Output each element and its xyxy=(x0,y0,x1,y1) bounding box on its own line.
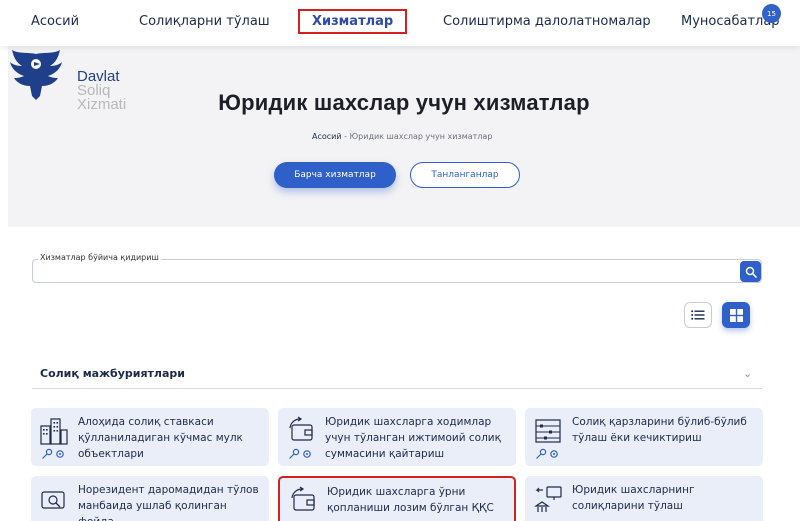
service-card[interactable]: Солиқ қарзларини бўлиб-бўлиб тўлаш ёки к… xyxy=(525,408,763,466)
breadcrumb-current: - Юридик шахслар учун хизматлар xyxy=(344,132,493,141)
service-card-title: Юридик шахсларга ўрни қопланиши лозим бў… xyxy=(327,486,494,521)
chevron-down-icon[interactable]: ⌄ xyxy=(743,367,752,380)
search-label: Хизматлар бўйича қидириш xyxy=(38,253,161,262)
section-title: Солиқ мажбуриятлари xyxy=(40,367,185,380)
grid-icon xyxy=(729,308,743,322)
service-card[interactable]: Норезидент даромадидан тўлов манбаида уш… xyxy=(31,476,269,521)
bank-transfer-icon xyxy=(534,486,562,512)
search-icon xyxy=(745,266,757,278)
key-gear-icon xyxy=(289,448,311,459)
nav-services[interactable]: Хизматлар xyxy=(298,9,408,34)
logo-line3: Xizmati xyxy=(77,96,127,113)
top-navigation: Асосий Солиқларни тўлаш Хизматлар Солишт… xyxy=(0,0,800,46)
nav-tax-payment[interactable]: Солиқларни тўлаш xyxy=(139,14,270,29)
selected-services-button[interactable]: Танланганлар xyxy=(410,162,520,188)
service-card-title: Юридик шахсларнинг солиқларини тўлаш xyxy=(572,484,695,512)
abacus-icon xyxy=(535,419,561,443)
service-card-title: Солиқ қарзларини бўлиб-бўлиб тўлаш ёки к… xyxy=(572,416,747,444)
logo[interactable]: Davlat Soliq Xizmati xyxy=(8,48,138,114)
service-card-title: Юридик шахсларга ходимлар учун тўланган … xyxy=(325,416,501,460)
nav-home[interactable]: Асосий xyxy=(31,14,79,29)
service-card[interactable]: Юридик шахсларнинг солиқларини тўлаш xyxy=(525,476,763,521)
section-divider xyxy=(32,388,762,389)
nav-reconciliation-acts[interactable]: Солиштирма далолатномалар xyxy=(443,14,651,29)
service-card[interactable]: Алоҳида солиқ ставкаси қўлланиладиган кў… xyxy=(31,408,269,466)
wallet-refund-icon xyxy=(289,416,313,441)
buildings-icon xyxy=(40,418,68,445)
service-card-title: Алоҳида солиқ ставкаси қўлланиладиган кў… xyxy=(78,416,243,460)
service-card-highlighted[interactable]: Юридик шахсларга ўрни қопланиши лозим бў… xyxy=(278,476,516,521)
wallet-refund-icon xyxy=(291,486,315,511)
key-gear-icon xyxy=(536,448,558,459)
service-card-title: Норезидент даромадидан тўлов манбаида уш… xyxy=(78,484,259,521)
list-icon xyxy=(691,310,705,320)
service-card[interactable]: Юридик шахсларга ходимлар учун тўланган … xyxy=(278,408,516,466)
search-input[interactable] xyxy=(32,259,762,283)
list-view-button[interactable] xyxy=(684,302,712,328)
all-services-button[interactable]: Барча хизматлар xyxy=(274,162,396,188)
eagle-logo-icon xyxy=(10,50,62,100)
breadcrumb-home[interactable]: Асосий xyxy=(312,132,342,141)
breadcrumb: Асосий - Юридик шахслар учун хизматлар xyxy=(312,132,492,141)
grid-view-button[interactable] xyxy=(722,302,750,328)
notification-badge: 15 xyxy=(762,4,781,23)
search-button[interactable] xyxy=(740,261,761,282)
key-gear-icon xyxy=(42,448,64,459)
wallet-search-icon xyxy=(41,491,65,509)
